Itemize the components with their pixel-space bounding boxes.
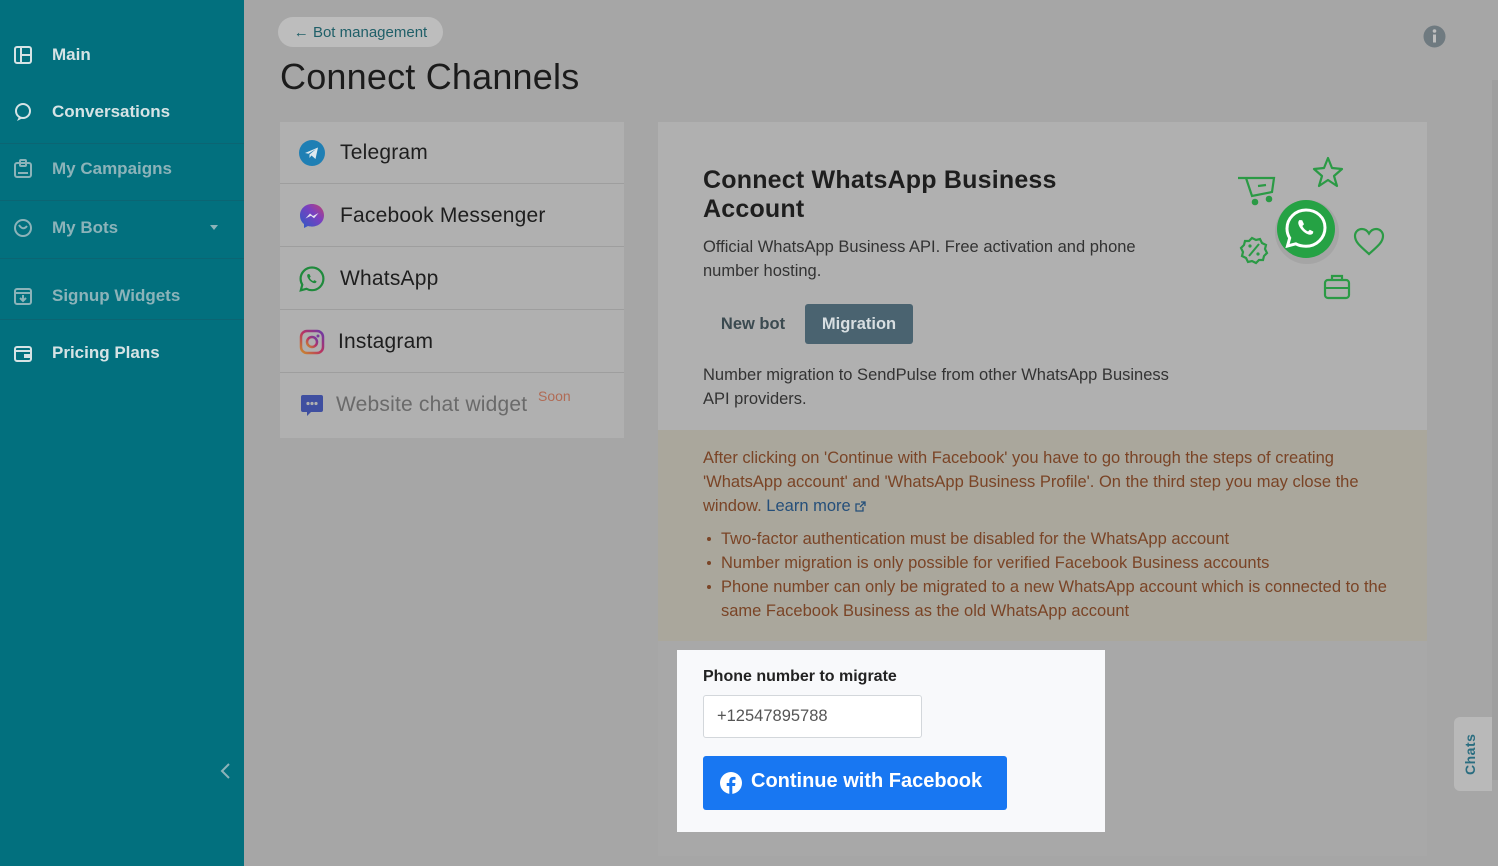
nav-label-conversations: Conversations xyxy=(52,102,171,121)
whatsapp-icon xyxy=(298,265,326,293)
whatsapp-logo-icon xyxy=(1275,200,1339,264)
chat-widget-icon xyxy=(298,391,326,419)
warning-bullet-list: Two-factor authentication must be disabl… xyxy=(703,527,1393,623)
messenger-icon xyxy=(298,202,326,230)
warning-bullet: Two-factor authentication must be disabl… xyxy=(703,527,1393,551)
instagram-icon xyxy=(298,328,326,356)
telegram-icon xyxy=(298,139,326,167)
channel-instagram[interactable]: Instagram xyxy=(280,311,624,373)
star-icon xyxy=(1312,156,1344,188)
nav-item-signup-widgets[interactable]: Signup Widgets xyxy=(0,276,244,316)
dashboard-icon xyxy=(13,45,33,65)
channel-telegram[interactable]: Telegram xyxy=(280,122,624,184)
bot-icon xyxy=(13,218,33,238)
panel-description: Official WhatsApp Business API. Free act… xyxy=(703,238,1136,280)
nav-item-my-bots[interactable]: My Bots xyxy=(0,208,244,248)
nav-divider xyxy=(0,143,244,144)
channel-label: Telegram xyxy=(340,140,428,164)
channel-website-chat-widget: Website chat widget Soon xyxy=(280,374,624,436)
nav-item-pricing-plans[interactable]: Pricing Plans xyxy=(0,333,244,373)
wallet-icon xyxy=(13,343,33,363)
nav-label-pricing-plans: Pricing Plans xyxy=(52,343,160,362)
scrollbar[interactable] xyxy=(1492,80,1498,780)
chat-bubble-icon xyxy=(13,102,33,122)
panel-title: Connect WhatsApp Business Account xyxy=(703,166,1057,223)
warning-text: After clicking on 'Continue with Faceboo… xyxy=(703,446,1383,518)
phone-number-label: Phone number to migrate xyxy=(703,668,897,685)
nav-item-main[interactable]: Main xyxy=(0,35,244,75)
widget-icon xyxy=(13,286,33,306)
panel-header: Connect WhatsApp Business Account Offici… xyxy=(658,122,1427,430)
learn-more-label: Learn more xyxy=(766,497,851,515)
facebook-icon xyxy=(720,772,742,794)
nav-label-my-campaigns: My Campaigns xyxy=(52,159,172,178)
nav-label-signup-widgets: Signup Widgets xyxy=(52,286,181,305)
sidebar: Main Conversations My Campaigns My Bots … xyxy=(0,0,244,866)
channel-list: Telegram Facebook Messenger WhatsApp Ins… xyxy=(280,122,624,438)
phone-number-input[interactable] xyxy=(703,695,922,738)
channel-label: Instagram xyxy=(338,329,434,353)
tab-migration[interactable]: Migration xyxy=(805,304,913,344)
channel-facebook-messenger[interactable]: Facebook Messenger xyxy=(280,185,624,247)
shopping-cart-icon xyxy=(1238,176,1276,206)
campaign-icon xyxy=(13,159,33,179)
nav-item-my-campaigns[interactable]: My Campaigns xyxy=(0,149,244,189)
continue-with-facebook-button[interactable]: Continue with Facebook xyxy=(703,756,1007,810)
channel-label: Facebook Messenger xyxy=(340,203,546,227)
continue-with-facebook-label: Continue with Facebook xyxy=(751,770,983,792)
warning-bullet: Number migration is only possible for ve… xyxy=(703,551,1393,575)
channel-label: WhatsApp xyxy=(340,266,439,290)
nav-label-my-bots: My Bots xyxy=(52,218,119,237)
chevron-down-icon xyxy=(210,225,218,230)
whatsapp-illustration xyxy=(1228,150,1398,310)
nav-divider xyxy=(0,258,244,259)
back-to-bot-management-link[interactable]: ← Bot management xyxy=(278,17,443,47)
channel-label: Website chat widget xyxy=(336,393,528,416)
page-title: Connect Channels xyxy=(280,56,580,97)
nav-divider xyxy=(0,200,244,201)
soon-badge: Soon xyxy=(538,388,571,404)
migration-note: Number migration to SendPulse from other… xyxy=(703,366,1169,408)
briefcase-icon xyxy=(1323,274,1351,300)
learn-more-link[interactable]: Learn more xyxy=(766,497,866,515)
migration-warning: After clicking on 'Continue with Faceboo… xyxy=(658,430,1427,641)
chats-tab-label: Chats xyxy=(1462,733,1478,775)
chats-tab[interactable]: Chats xyxy=(1454,717,1492,791)
channel-whatsapp[interactable]: WhatsApp xyxy=(280,248,624,310)
collapse-sidebar-icon[interactable] xyxy=(216,760,236,782)
external-link-icon xyxy=(855,501,866,512)
warning-bullet: Phone number can only be migrated to a n… xyxy=(703,575,1393,623)
nav-label-main: Main xyxy=(52,45,91,64)
nav-item-conversations[interactable]: Conversations xyxy=(0,92,244,132)
info-icon[interactable] xyxy=(1423,25,1446,48)
nav-divider xyxy=(0,319,244,320)
phone-migration-form: Phone number to migrate Continue with Fa… xyxy=(677,650,1105,832)
heart-icon xyxy=(1353,227,1385,256)
discount-badge-icon xyxy=(1239,236,1269,265)
tab-new-bot[interactable]: New bot xyxy=(705,304,801,344)
